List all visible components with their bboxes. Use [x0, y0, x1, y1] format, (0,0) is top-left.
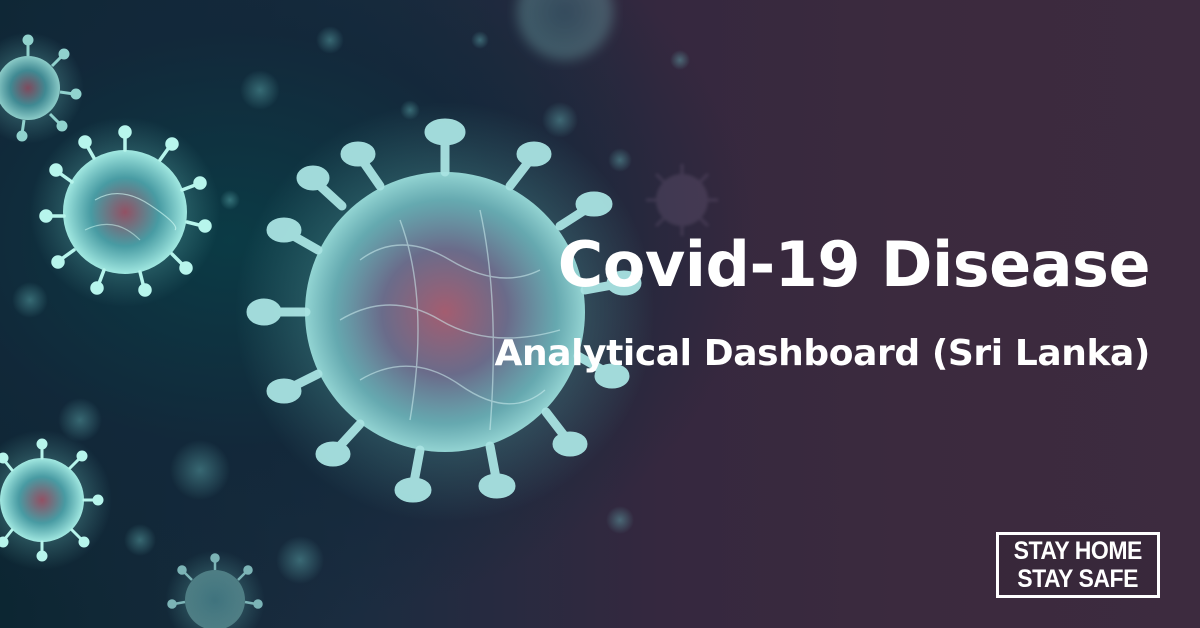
badge-line-stay-safe: STAY SAFE [1017, 565, 1139, 593]
covid-banner: Covid-19 Disease Analytical Dashboard (S… [0, 0, 1200, 628]
virus-bottom-small [165, 550, 265, 628]
badge-line-stay-home: STAY HOME [1013, 537, 1143, 565]
virus-top-left [0, 32, 84, 144]
virus-bottom-left [0, 430, 112, 570]
stay-home-badge: STAY HOME STAY SAFE [996, 532, 1160, 598]
virus-main-large [235, 102, 655, 522]
virus-right-faint [646, 164, 718, 236]
virus-top-faint [517, 0, 613, 60]
banner-title: Covid-19 Disease [557, 228, 1151, 301]
banner-subtitle: Analytical Dashboard (Sri Lanka) [494, 333, 1151, 374]
virus-left-medium [30, 117, 220, 307]
